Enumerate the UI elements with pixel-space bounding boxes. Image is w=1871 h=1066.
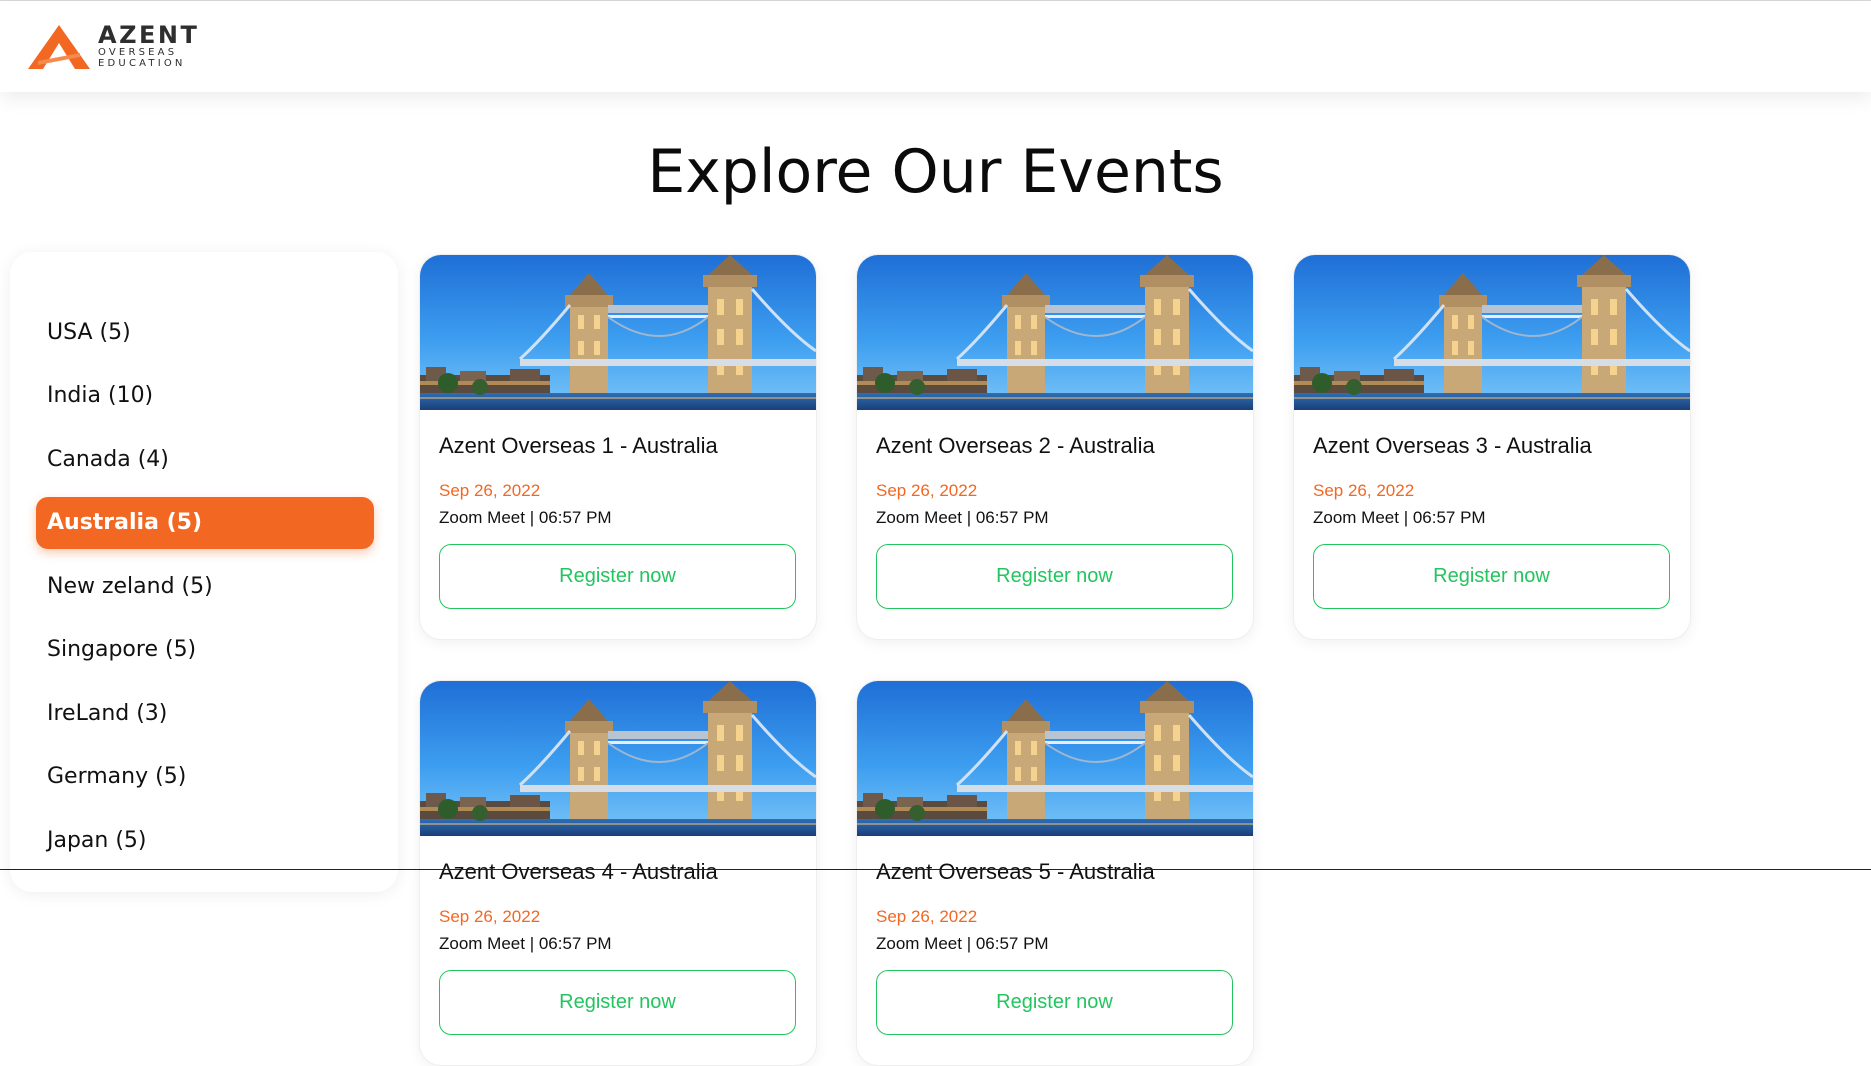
- event-title: Azent Overseas 3 - Australia: [1313, 433, 1592, 458]
- country-filter-germany[interactable]: Germany (5): [36, 751, 374, 803]
- tower-bridge-image: [420, 681, 816, 836]
- azent-logo-icon: [28, 25, 90, 69]
- event-meta: Zoom Meet | 06:57 PM: [876, 934, 1049, 953]
- event-meta: Zoom Meet | 06:57 PM: [876, 508, 1049, 527]
- brand-wordmark: AZENT OVERSEAS EDUCATION: [98, 23, 199, 69]
- register-now-button[interactable]: Register now: [876, 544, 1233, 609]
- tower-bridge-image: [857, 255, 1253, 410]
- event-title: Azent Overseas 5 - Australia: [876, 859, 1155, 884]
- brand-line-2: EDUCATION: [98, 58, 186, 69]
- event-date: Sep 26, 2022: [876, 481, 978, 500]
- event-meta: Zoom Meet | 06:57 PM: [439, 934, 612, 953]
- event-date: Sep 26, 2022: [439, 481, 541, 500]
- country-filter-india[interactable]: India (10): [36, 370, 374, 422]
- register-now-button[interactable]: Register now: [439, 544, 796, 609]
- event-card: Azent Overseas 4 - Australia Sep 26, 202…: [419, 680, 817, 1066]
- site-header: AZENT OVERSEAS EDUCATION: [0, 1, 1871, 92]
- event-date: Sep 26, 2022: [1313, 481, 1415, 500]
- event-date: Sep 26, 2022: [876, 907, 978, 926]
- event-meta: Zoom Meet | 06:57 PM: [1313, 508, 1486, 527]
- country-filter-japan[interactable]: Japan (5): [36, 815, 374, 867]
- register-now-button[interactable]: Register now: [439, 970, 796, 1035]
- tower-bridge-image: [420, 255, 816, 410]
- tower-bridge-image: [1294, 255, 1690, 410]
- country-filter-ireland[interactable]: IreLand (3): [36, 688, 374, 740]
- event-title: Azent Overseas 2 - Australia: [876, 433, 1155, 458]
- event-title: Azent Overseas 4 - Australia: [439, 859, 718, 884]
- event-meta: Zoom Meet | 06:57 PM: [439, 508, 612, 527]
- country-filter-sidebar: USA (5) India (10) Canada (4) Australia …: [10, 252, 398, 892]
- event-title: Azent Overseas 1 - Australia: [439, 433, 718, 458]
- tower-bridge-image: [857, 681, 1253, 836]
- brand-name: AZENT: [98, 21, 200, 49]
- country-filter-usa[interactable]: USA (5): [36, 307, 374, 359]
- event-card: Azent Overseas 2 - Australia Sep 26, 202…: [856, 254, 1254, 640]
- event-card: Azent Overseas 1 - Australia Sep 26, 202…: [419, 254, 817, 640]
- country-filter-canada[interactable]: Canada (4): [36, 434, 374, 486]
- page-title: Explore Our Events: [647, 137, 1224, 207]
- register-now-button[interactable]: Register now: [876, 970, 1233, 1035]
- event-card: Azent Overseas 3 - Australia Sep 26, 202…: [1293, 254, 1691, 640]
- country-filter-singapore[interactable]: Singapore (5): [36, 624, 374, 676]
- country-filter-australia[interactable]: Australia (5): [36, 497, 374, 549]
- brand-logo[interactable]: AZENT OVERSEAS EDUCATION: [28, 23, 198, 73]
- register-now-button[interactable]: Register now: [1313, 544, 1670, 609]
- country-filter-new-zeland[interactable]: New zeland (5): [36, 561, 374, 613]
- event-card: Azent Overseas 5 - Australia Sep 26, 202…: [856, 680, 1254, 1066]
- event-date: Sep 26, 2022: [439, 907, 541, 926]
